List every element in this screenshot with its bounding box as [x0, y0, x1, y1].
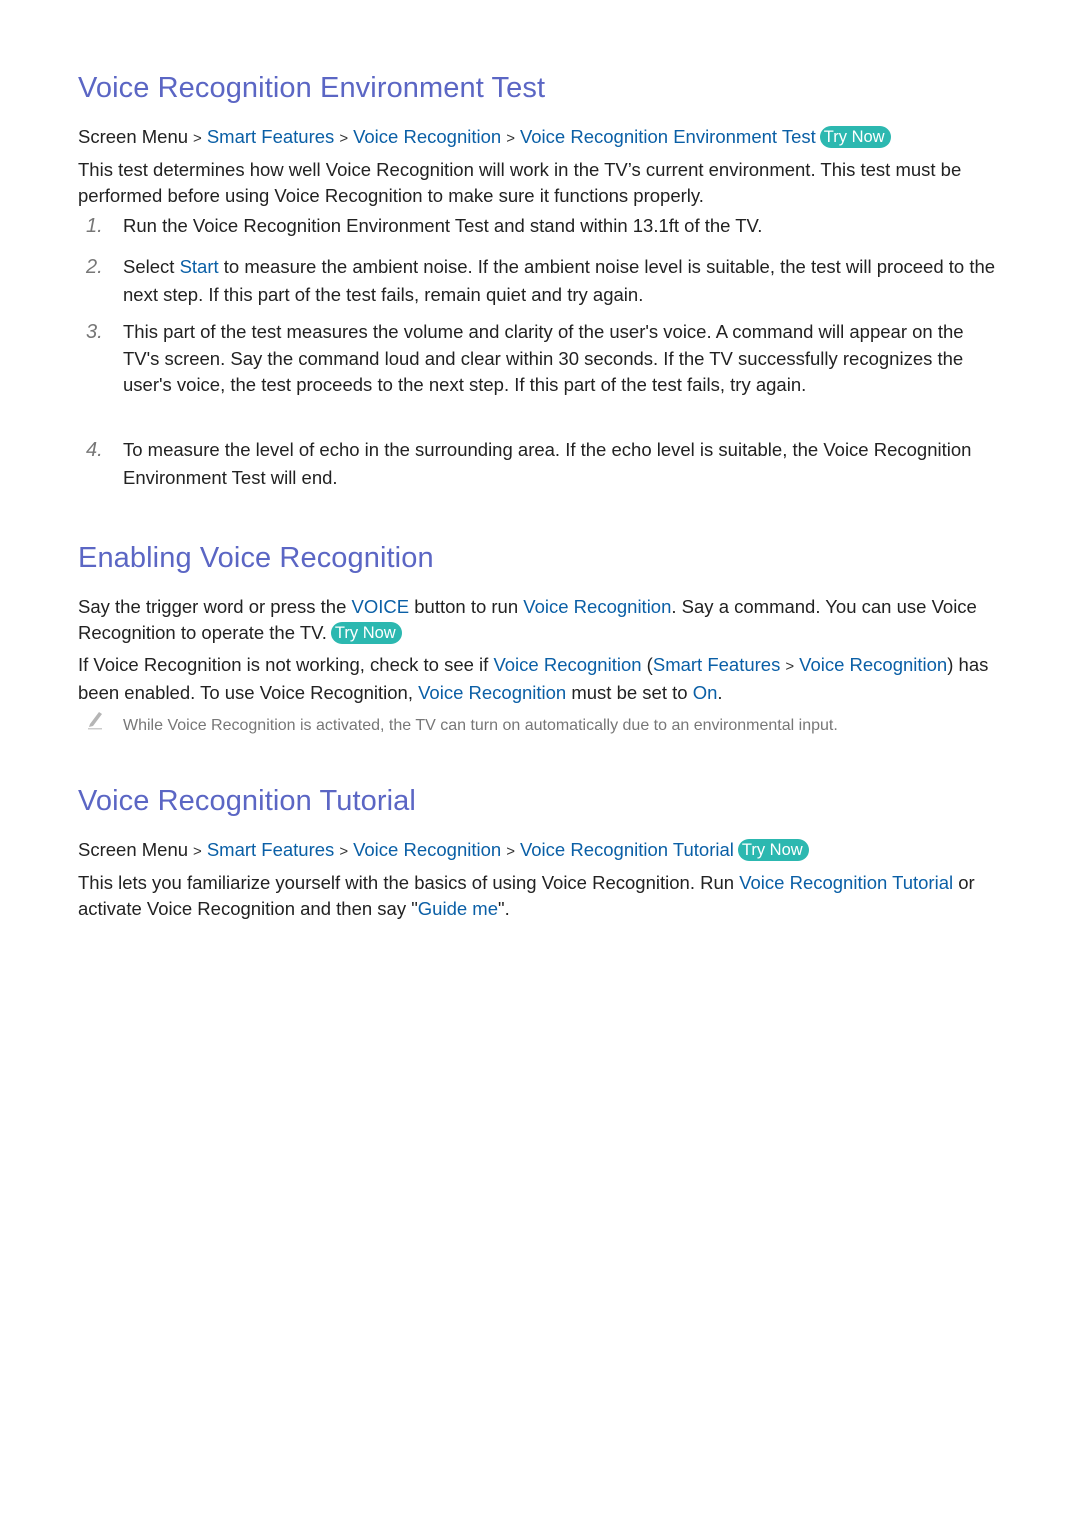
chevron-right-icon: > [193, 130, 202, 147]
note: While Voice Recognition is activated, th… [78, 712, 1003, 738]
voice-recognition-link[interactable]: Voice Recognition [799, 654, 947, 675]
enabling-paragraph-1: Say the trigger word or press the VOICE … [78, 594, 993, 646]
voice-recognition-link[interactable]: Voice Recognition [418, 682, 566, 703]
list-item: 2. Select Start to measure the ambient n… [78, 253, 1003, 309]
text: button to run [409, 596, 524, 617]
step-text: This part of the test measures the volum… [123, 321, 964, 395]
breadcrumb-voice-recognition[interactable]: Voice Recognition [353, 126, 501, 147]
text: If Voice Recognition is not working, che… [78, 654, 494, 675]
section-title-environment-test: Voice Recognition Environment Test [78, 72, 546, 104]
on-value: On [692, 682, 718, 703]
step-number: 3. [86, 321, 103, 343]
pencil-icon [86, 708, 104, 736]
text: must be set to [566, 682, 693, 703]
text: . [717, 682, 723, 703]
chevron-right-icon: > [506, 843, 515, 860]
try-now-button[interactable]: Try Now [330, 622, 402, 644]
breadcrumb-environment-test[interactable]: Voice Recognition Environment Test [520, 126, 816, 147]
guide-me-command: Guide me [417, 898, 499, 919]
step-number: 4. [86, 439, 103, 461]
intro-paragraph: This test determines how well Voice Reco… [78, 159, 962, 206]
step-text: Run the Voice Recognition Environment Te… [123, 215, 763, 236]
breadcrumb-smart-features[interactable]: Smart Features [207, 126, 335, 147]
breadcrumb-root: Screen Menu [78, 126, 189, 147]
voice-recognition-tutorial-link[interactable]: Voice Recognition Tutorial [739, 872, 953, 893]
text: ( [641, 654, 653, 675]
voice-recognition-link[interactable]: Voice Recognition [523, 596, 671, 617]
section-title-enabling: Enabling Voice Recognition [78, 542, 434, 574]
chevron-right-icon: > [785, 658, 795, 675]
step-number: 1. [86, 215, 103, 237]
section-title-tutorial: Voice Recognition Tutorial [78, 785, 416, 817]
voice-recognition-link[interactable]: Voice Recognition [493, 654, 641, 675]
note-text: While Voice Recognition is activated, th… [123, 717, 838, 734]
list-item: 3. This part of the test measures the vo… [78, 319, 1003, 399]
text: Say the trigger word or press the [78, 596, 352, 617]
step-text-part: to measure the ambient noise. If the amb… [123, 256, 996, 305]
enabling-paragraph-2: If Voice Recognition is not working, che… [78, 652, 993, 706]
breadcrumb-voice-recognition[interactable]: Voice Recognition [353, 839, 501, 860]
step-text: Select Start to measure the ambient nois… [123, 253, 1003, 309]
breadcrumb: Screen Menu > Smart Features > Voice Recogni… [78, 837, 809, 865]
chevron-right-icon: > [193, 843, 202, 860]
text: ". [498, 898, 510, 919]
chevron-right-icon: > [506, 130, 515, 147]
breadcrumb-smart-features[interactable]: Smart Features [207, 839, 335, 860]
try-now-button[interactable]: Try Now [737, 839, 809, 861]
step-text-part: Select [123, 256, 180, 277]
list-item: 4. To measure the level of echo in the s… [78, 436, 1003, 492]
breadcrumb: Screen Menu > Smart Features > Voice Recogni… [78, 124, 891, 152]
start-link[interactable]: Start [180, 256, 219, 277]
try-now-button[interactable]: Try Now [819, 126, 891, 148]
breadcrumb-tutorial[interactable]: Voice Recognition Tutorial [520, 839, 734, 860]
step-number: 2. [86, 256, 103, 278]
text: This lets you familiarize yourself with … [78, 872, 740, 893]
chevron-right-icon: > [339, 843, 349, 860]
step-text: To measure the level of echo in the surr… [123, 439, 972, 488]
voice-button-label: VOICE [351, 596, 410, 617]
list-item: 1. Run the Voice Recognition Environment… [78, 212, 1003, 240]
tutorial-paragraph: This lets you familiarize yourself with … [78, 870, 993, 922]
breadcrumb-root: Screen Menu [78, 839, 189, 860]
smart-features-link[interactable]: Smart Features [653, 654, 781, 675]
chevron-right-icon: > [339, 130, 349, 147]
